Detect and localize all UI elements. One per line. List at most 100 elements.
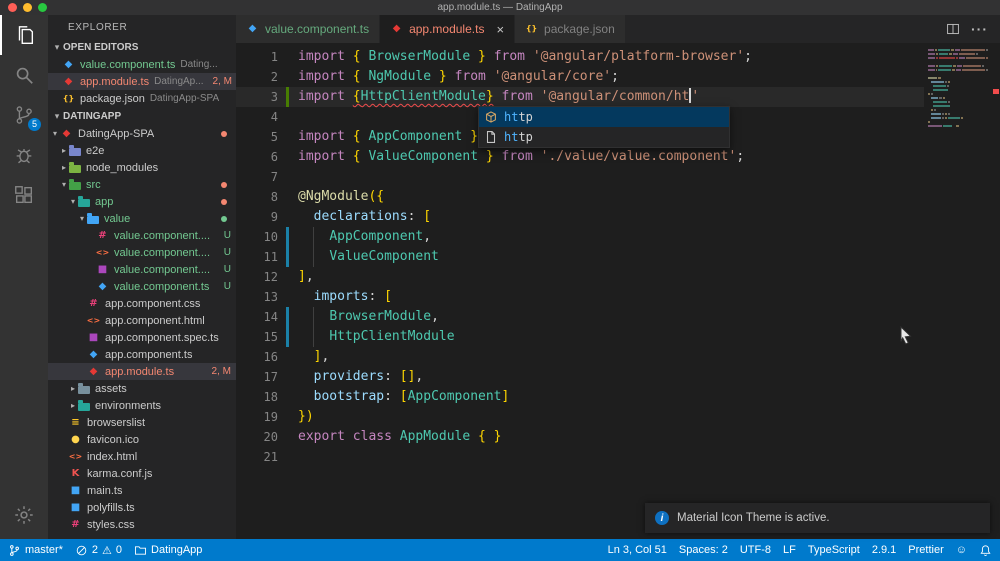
code-line-18[interactable]: 18 bootstrap: [AppComponent] xyxy=(236,387,924,407)
tree-item[interactable]: ■ polyfills.ts xyxy=(48,499,236,516)
activity-settings-icon[interactable] xyxy=(0,495,48,535)
line-number[interactable]: 8 xyxy=(236,187,278,207)
tree-item[interactable]: ▸ node_modules xyxy=(48,159,236,176)
zoom-window-button[interactable] xyxy=(38,3,47,12)
tree-item[interactable]: ▸ environments xyxy=(48,397,236,414)
tab-value.component.ts[interactable]: ◆ value.component.ts xyxy=(236,15,381,43)
line-number[interactable]: 20 xyxy=(236,427,278,447)
tree-item[interactable]: ■ app.component.spec.ts xyxy=(48,329,236,346)
code-line-16[interactable]: 16 ], xyxy=(236,347,924,367)
close-window-button[interactable] xyxy=(8,3,17,12)
problems-indicator[interactable]: 2 ⚠ 0 xyxy=(75,544,122,557)
status-lf[interactable]: LF xyxy=(783,544,796,556)
suggest-item[interactable]: http xyxy=(479,107,729,127)
activity-explorer-icon[interactable] xyxy=(0,15,48,55)
line-number[interactable]: 6 xyxy=(236,147,278,167)
tree-item[interactable]: ◆ app.component.ts xyxy=(48,346,236,363)
status-prettier[interactable]: Prettier xyxy=(908,544,943,556)
code-editor[interactable]: 1 import { BrowserModule } from '@angular… xyxy=(236,43,1000,539)
overview-ruler[interactable] xyxy=(991,43,1000,539)
close-icon[interactable]: × xyxy=(496,22,504,37)
code-line-6[interactable]: 6 import { ValueComponent } from './value… xyxy=(236,147,924,167)
tree-item[interactable]: # value.component.... U xyxy=(48,227,236,244)
code-line-9[interactable]: 9 declarations: [ xyxy=(236,207,924,227)
code-line-15[interactable]: 15 HttpClientModule xyxy=(236,327,924,347)
line-number[interactable]: 13 xyxy=(236,287,278,307)
status-2-9-1[interactable]: 2.9.1 xyxy=(872,544,896,556)
code-line-1[interactable]: 1 import { BrowserModule } from '@angular… xyxy=(236,47,924,67)
status-typescript[interactable]: TypeScript xyxy=(808,544,860,556)
tree-item[interactable]: ▾ ◆ DatingApp-SPA xyxy=(48,125,236,142)
code-line-7[interactable]: 7 xyxy=(236,167,924,187)
minimize-window-button[interactable] xyxy=(23,3,32,12)
feedback-icon[interactable]: ☺ xyxy=(956,544,967,556)
line-number[interactable]: 9 xyxy=(236,207,278,227)
line-number[interactable]: 17 xyxy=(236,367,278,387)
notification-toast[interactable]: i Material Icon Theme is active. xyxy=(645,503,990,533)
minimap[interactable] xyxy=(928,49,989,133)
folder-indicator[interactable]: DatingApp xyxy=(134,544,202,557)
line-number[interactable]: 3 xyxy=(236,87,278,107)
tree-item[interactable]: ▸ assets xyxy=(48,380,236,397)
line-number[interactable]: 12 xyxy=(236,267,278,287)
tree-item[interactable]: ◆ app.module.ts 2, M xyxy=(48,363,236,380)
code-line-20[interactable]: 20 export class AppModule { } xyxy=(236,427,924,447)
line-number[interactable]: 2 xyxy=(236,67,278,87)
line-number[interactable]: 16 xyxy=(236,347,278,367)
open-editor-item[interactable]: {} package.json DatingApp-SPA xyxy=(48,90,236,107)
activity-debug-icon[interactable] xyxy=(0,135,48,175)
line-number[interactable]: 21 xyxy=(236,447,278,467)
tree-item[interactable]: ■ main.ts xyxy=(48,482,236,499)
tree-item[interactable]: <> app.component.html xyxy=(48,312,236,329)
line-number[interactable]: 5 xyxy=(236,127,278,147)
status-ln-3-col-51[interactable]: Ln 3, Col 51 xyxy=(608,544,667,556)
code-line-8[interactable]: 8 @NgModule({ xyxy=(236,187,924,207)
tree-item[interactable]: ▾ value xyxy=(48,210,236,227)
tree-item[interactable]: ≡ browserslist xyxy=(48,414,236,431)
code-line-3[interactable]: 3 import {HttpClientModule} from '@angula… xyxy=(236,87,924,107)
line-number[interactable]: 11 xyxy=(236,247,278,267)
status-spaces-2[interactable]: Spaces: 2 xyxy=(679,544,728,556)
line-number[interactable]: 1 xyxy=(236,47,278,67)
tree-item[interactable]: ◆ value.component.ts U xyxy=(48,278,236,295)
tree-item[interactable]: <> value.component.... U xyxy=(48,244,236,261)
code-line-19[interactable]: 19}) xyxy=(236,407,924,427)
bell-icon[interactable] xyxy=(979,544,992,557)
line-number[interactable]: 4 xyxy=(236,107,278,127)
code-line-12[interactable]: 12], xyxy=(236,267,924,287)
suggest-item[interactable]: http xyxy=(479,127,729,147)
code-line-17[interactable]: 17 providers: [], xyxy=(236,367,924,387)
line-number[interactable]: 15 xyxy=(236,327,278,347)
tab-app.module.ts[interactable]: ◆ app.module.ts × xyxy=(380,15,516,43)
git-branch-indicator[interactable]: master* xyxy=(8,544,63,557)
tree-item[interactable]: # styles.css xyxy=(48,516,236,533)
tree-item[interactable]: ▸ e2e xyxy=(48,142,236,159)
code-line-21[interactable]: 21 xyxy=(236,447,924,467)
line-number[interactable]: 10 xyxy=(236,227,278,247)
open-editor-item[interactable]: ◆ value.component.ts Dating... xyxy=(48,56,236,73)
line-number[interactable]: 19 xyxy=(236,407,278,427)
tree-item[interactable]: ▾ src xyxy=(48,176,236,193)
status-utf-8[interactable]: UTF-8 xyxy=(740,544,771,556)
open-editor-item[interactable]: ◆ app.module.ts DatingAp... 2, M xyxy=(48,73,236,90)
activity-source-control-icon[interactable]: 5 xyxy=(0,95,48,135)
code-line-10[interactable]: 10 AppComponent, xyxy=(236,227,924,247)
open-editors-header[interactable]: ▾ OPEN EDITORS xyxy=(48,38,236,56)
tree-item[interactable]: ● favicon.ico xyxy=(48,431,236,448)
code-line-14[interactable]: 14 BrowserModule, xyxy=(236,307,924,327)
split-editor-icon[interactable] xyxy=(946,22,960,36)
tab-package.json[interactable]: {} package.json xyxy=(515,15,626,43)
project-section-header[interactable]: ▾ DATINGAPP xyxy=(48,107,236,125)
more-actions-icon[interactable]: ··· xyxy=(971,21,988,37)
tree-item[interactable]: Kkarma.conf.js xyxy=(48,465,236,482)
tree-item[interactable]: ▾ app xyxy=(48,193,236,210)
tree-item[interactable]: # app.component.css xyxy=(48,295,236,312)
code-line-11[interactable]: 11 ValueComponent xyxy=(236,247,924,267)
line-number[interactable]: 18 xyxy=(236,387,278,407)
code-line-2[interactable]: 2 import { NgModule } from '@angular/core… xyxy=(236,67,924,87)
line-number[interactable]: 14 xyxy=(236,307,278,327)
tree-item[interactable]: <> index.html xyxy=(48,448,236,465)
activity-extensions-icon[interactable] xyxy=(0,175,48,215)
activity-search-icon[interactable] xyxy=(0,55,48,95)
line-number[interactable]: 7 xyxy=(236,167,278,187)
